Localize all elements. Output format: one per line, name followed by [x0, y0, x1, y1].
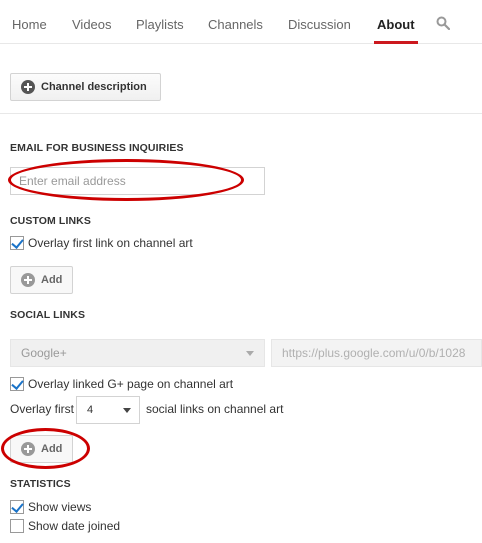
tab-videos[interactable]: Videos — [72, 0, 112, 44]
channel-description-label: Channel description — [41, 81, 147, 93]
social-url-field[interactable]: https://plus.google.com/u/0/b/1028 — [271, 339, 482, 367]
overlay-first-link-checkbox[interactable] — [10, 236, 24, 250]
show-views-checkbox[interactable] — [10, 500, 24, 514]
about-page: Home Videos Playlists Channels Discussio… — [0, 0, 482, 543]
tab-home[interactable]: Home — [12, 0, 47, 44]
overlay-count-value: 4 — [87, 404, 94, 416]
show-date-joined-row[interactable]: Show date joined — [10, 518, 120, 534]
show-views-row[interactable]: Show views — [10, 499, 91, 515]
show-date-joined-label: Show date joined — [28, 519, 121, 533]
show-date-joined-checkbox[interactable] — [10, 519, 24, 533]
channel-description-button[interactable]: Channel description — [10, 73, 161, 101]
add-custom-link-label: Add — [41, 274, 63, 286]
custom-links-title: CUSTOM LINKS — [10, 215, 91, 227]
tab-about[interactable]: About — [374, 0, 418, 44]
plus-circle-icon — [21, 442, 35, 456]
email-section-title: EMAIL FOR BUSINESS INQUIRIES — [10, 142, 184, 154]
social-links-title: SOCIAL LINKS — [10, 309, 86, 321]
overlay-gplus-checkbox[interactable] — [10, 377, 24, 391]
chevron-down-icon — [123, 408, 131, 413]
plus-circle-icon — [21, 80, 35, 94]
section-divider — [0, 113, 482, 114]
add-custom-link-button[interactable]: Add — [10, 266, 73, 294]
email-field[interactable]: Enter email address — [10, 167, 265, 195]
add-social-link-label: Add — [41, 443, 63, 455]
overlay-first-link-label: Overlay first link on channel art — [28, 236, 193, 250]
channel-nav: Home Videos Playlists Channels Discussio… — [0, 0, 482, 44]
overlay-gplus-row[interactable]: Overlay linked G+ page on channel art — [10, 376, 233, 392]
show-views-label: Show views — [28, 500, 92, 514]
overlay-gplus-label: Overlay linked G+ page on channel art — [28, 377, 234, 391]
overlay-count-prefix: Overlay first — [10, 402, 75, 416]
search-icon[interactable] — [436, 16, 450, 30]
overlay-first-link-row[interactable]: Overlay first link on channel art — [10, 235, 193, 251]
plus-circle-icon — [21, 273, 35, 287]
tab-channels[interactable]: Channels — [208, 0, 263, 44]
overlay-count-select[interactable]: 4 — [76, 396, 140, 424]
overlay-count-suffix: social links on channel art — [146, 402, 284, 416]
statistics-title: STATISTICS — [10, 478, 71, 490]
social-network-value: Google+ — [21, 346, 67, 360]
tab-playlists[interactable]: Playlists — [136, 0, 184, 44]
tab-discussion[interactable]: Discussion — [288, 0, 351, 44]
social-network-select[interactable]: Google+ — [10, 339, 265, 367]
add-social-link-button[interactable]: Add — [10, 435, 73, 463]
chevron-down-icon — [246, 351, 254, 356]
